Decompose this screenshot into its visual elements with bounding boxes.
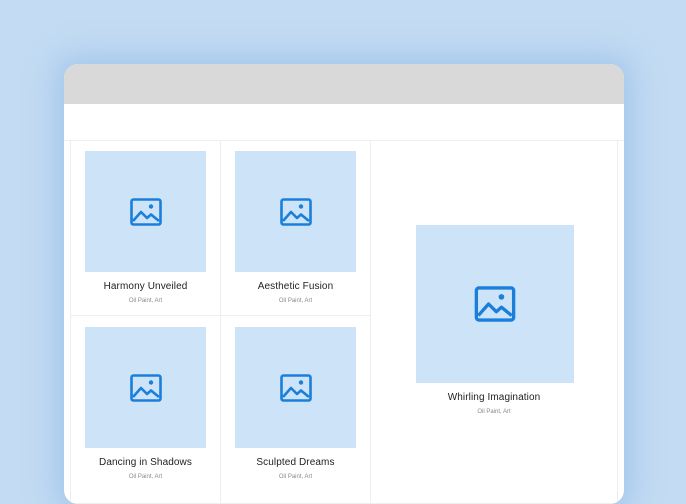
card-thumbnail <box>235 151 356 272</box>
window-titlebar <box>64 64 624 104</box>
gallery-card-whirling-imagination[interactable]: Whirling Imagination Oil Paint, Art <box>370 140 618 504</box>
image-icon <box>129 197 162 226</box>
card-title: Aesthetic Fusion <box>257 281 334 292</box>
image-icon <box>129 373 162 402</box>
image-icon <box>279 197 312 226</box>
gallery-card-harmony-unveiled[interactable]: Harmony Unveiled Oil Paint, Art <box>70 140 221 316</box>
card-subtitle: Oil Paint, Art <box>128 298 163 304</box>
image-icon <box>279 373 312 402</box>
image-icon <box>474 286 516 322</box>
gallery-grid: Harmony Unveiled Oil Paint, Art Aestheti… <box>70 140 618 504</box>
card-title: Harmony Unveiled <box>103 281 188 292</box>
card-thumbnail <box>85 151 206 272</box>
gallery-card-dancing-in-shadows[interactable]: Dancing in Shadows Oil Paint, Art <box>70 315 221 504</box>
card-thumbnail <box>416 225 574 383</box>
card-subtitle: Oil Paint, Art <box>278 474 313 480</box>
gallery-card-sculpted-dreams[interactable]: Sculpted Dreams Oil Paint, Art <box>220 315 371 504</box>
card-subtitle: Oil Paint, Art <box>477 409 511 415</box>
card-title: Dancing in Shadows <box>99 457 192 468</box>
card-thumbnail <box>235 327 356 448</box>
window-header <box>64 104 624 141</box>
card-subtitle: Oil Paint, Art <box>128 474 163 480</box>
card-thumbnail <box>85 327 206 448</box>
browser-window: Harmony Unveiled Oil Paint, Art Aestheti… <box>64 64 624 504</box>
card-subtitle: Oil Paint, Art <box>278 298 313 304</box>
card-title: Sculpted Dreams <box>256 457 335 468</box>
gallery-card-aesthetic-fusion[interactable]: Aesthetic Fusion Oil Paint, Art <box>220 140 371 316</box>
card-title: Whirling Imagination <box>447 392 541 403</box>
